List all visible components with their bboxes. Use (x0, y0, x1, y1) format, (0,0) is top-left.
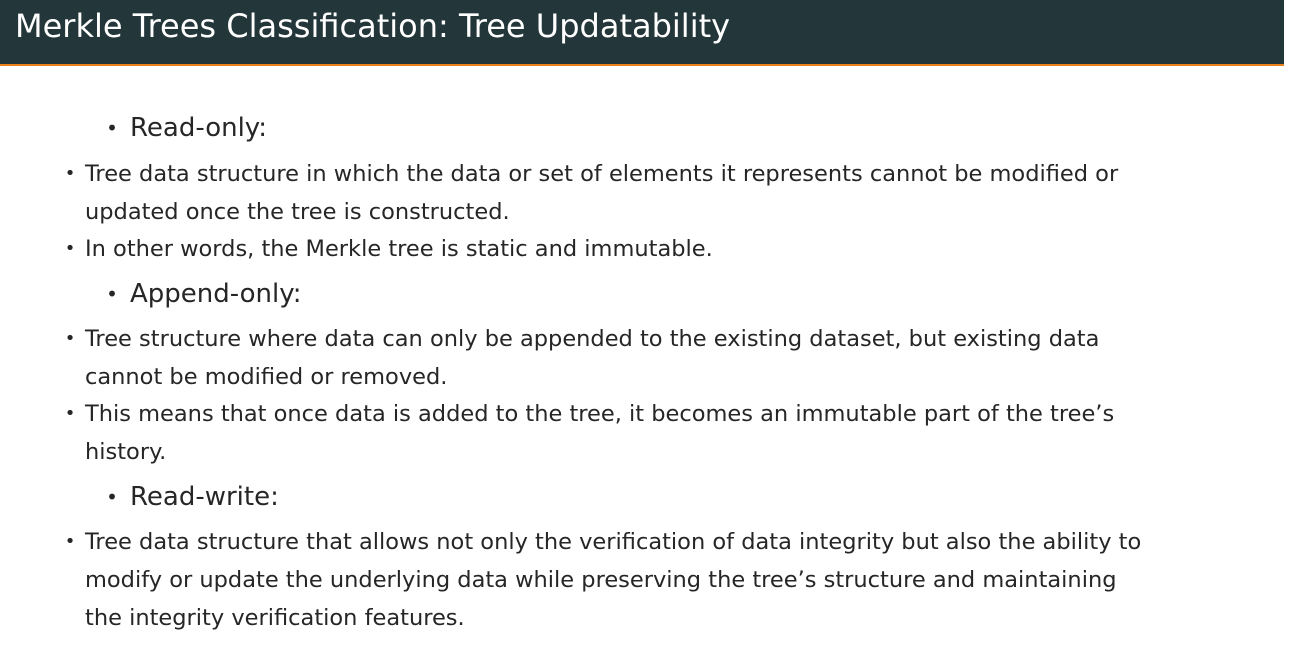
slide-title: Merkle Trees Classification: Tree Updata… (15, 7, 731, 45)
bullet-icon: • (64, 403, 76, 424)
bullet-icon: • (106, 485, 118, 509)
list-item: • In other words, the Merkle tree is sta… (62, 230, 1152, 268)
list-item-text: In other words, the Merkle tree is stati… (85, 236, 713, 262)
section-label-text: Read-write: (130, 482, 279, 512)
section-read-only: • Read-only: (104, 111, 1284, 145)
list-item-text: Tree data structure in which the data or… (85, 161, 1119, 225)
list-item-text: This means that once data is added to th… (85, 401, 1115, 465)
section-read-write: • Read-write: (104, 480, 1284, 514)
section-label-read-only: • Read-only: (104, 111, 1284, 145)
list-item-text: Tree data structure that allows not only… (85, 529, 1142, 631)
section-label-append-only: • Append-only: (104, 277, 1284, 311)
bullet-icon: • (64, 531, 76, 552)
slide-title-bar: Merkle Trees Classification: Tree Updata… (0, 0, 1284, 66)
bullet-icon: • (106, 282, 118, 306)
section-label-text: Read-only: (130, 113, 268, 143)
bullet-icon: • (64, 163, 76, 184)
section-label-text: Append-only: (130, 279, 302, 309)
list-item: • This means that once data is added to … (62, 395, 1152, 471)
list-item: • Tree data structure in which the data … (62, 155, 1152, 231)
bullet-icon: • (64, 328, 76, 349)
list-item: • Tree data structure that allows not on… (62, 523, 1152, 637)
section-label-read-write: • Read-write: (104, 480, 1284, 514)
bullet-icon: • (106, 116, 118, 140)
list-item-text: Tree structure where data can only be ap… (85, 326, 1100, 390)
list-item: • Tree structure where data can only be … (62, 320, 1152, 396)
section-append-only: • Append-only: (104, 277, 1284, 311)
bullet-icon: • (64, 238, 76, 259)
